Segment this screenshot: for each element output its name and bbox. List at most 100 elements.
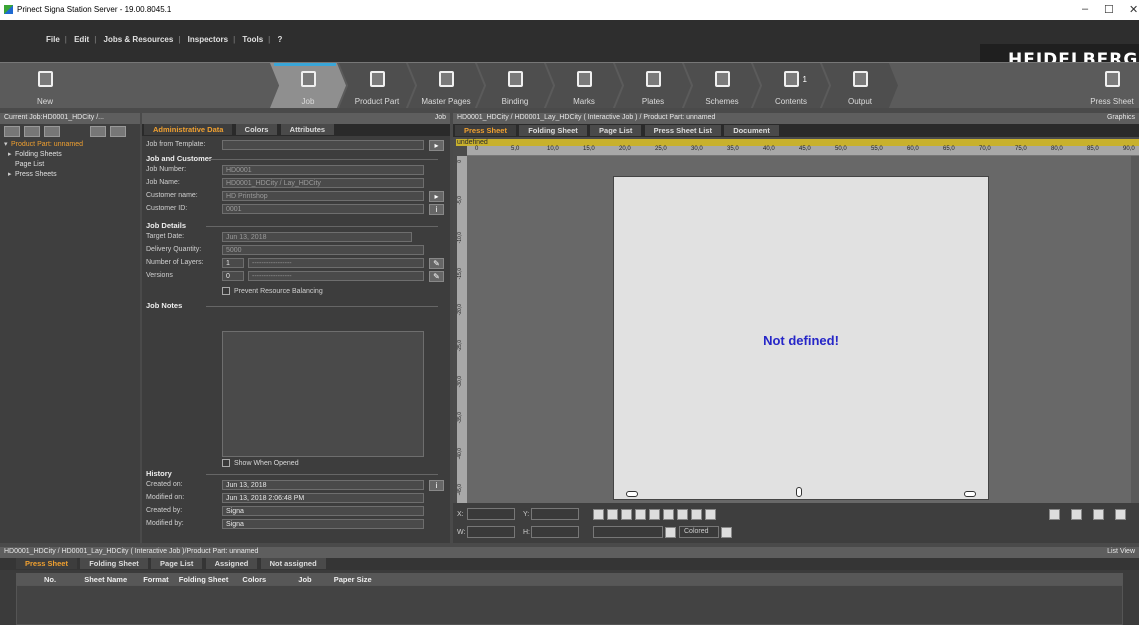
list-tab-not-assigned[interactable]: Not assigned [260, 558, 326, 569]
list-view-body[interactable] [16, 585, 1123, 625]
col-format[interactable]: Format [143, 573, 168, 584]
job-name-field[interactable]: HD0001_HDCity / Lay_HDCity [222, 178, 424, 188]
prevent-balancing-checkbox[interactable] [222, 287, 230, 295]
customer-name-field[interactable]: HD Printshop [222, 191, 424, 201]
tree-page-list[interactable]: Page List [0, 160, 140, 170]
view-select[interactable] [593, 526, 663, 538]
press-sheet-label: Press Sheet [1090, 97, 1134, 106]
step-master-pages[interactable]: Master Pages [408, 63, 484, 108]
customer-id-field[interactable]: 0001 [222, 204, 424, 214]
step-marks[interactable]: Marks [546, 63, 622, 108]
step-product-part[interactable]: Product Part [339, 63, 415, 108]
tree-press-sheets[interactable]: ▸ Press Sheets [0, 170, 140, 180]
tab-administrative-data[interactable]: Administrative Data [144, 124, 233, 135]
menu-file[interactable]: File [46, 35, 60, 44]
menu-inspectors[interactable]: Inspectors [188, 35, 228, 44]
next-icon[interactable] [1115, 509, 1126, 520]
step-binding[interactable]: Binding [477, 63, 553, 108]
link-icon[interactable] [1071, 509, 1082, 520]
press-sheet[interactable]: Not defined! [613, 176, 989, 500]
tab-document[interactable]: Document [724, 125, 779, 136]
step-contents[interactable]: 1 Contents [753, 63, 829, 108]
menu-tools[interactable]: Tools [242, 35, 263, 44]
zoom-icon[interactable] [621, 509, 632, 520]
filter-icon[interactable] [110, 126, 126, 137]
hand-icon[interactable] [635, 509, 646, 520]
tab-attributes[interactable]: Attributes [280, 124, 335, 135]
history-info-icon[interactable]: i [429, 480, 444, 491]
transform-icon[interactable] [1093, 509, 1104, 520]
list-view-tabs: Press Sheet Folding Sheet Page List Assi… [0, 558, 1139, 570]
delivery-quantity-field[interactable]: 5000 [222, 245, 424, 255]
job-notes-textarea[interactable] [222, 331, 424, 457]
customer-picker-icon[interactable]: ▸ [429, 191, 444, 202]
tab-press-sheet-list[interactable]: Press Sheet List [644, 125, 721, 136]
col-colors[interactable]: Colors [242, 573, 266, 584]
job-panel: Job Administrative Data Colors Attribute… [142, 113, 450, 543]
tab-folding-sheet[interactable]: Folding Sheet [519, 125, 587, 136]
ruler-tick-label: -10,0 [457, 232, 463, 244]
tree-folding-sheets[interactable]: ▸ Folding Sheets [0, 150, 140, 160]
col-sheet-name[interactable]: Sheet Name [84, 573, 127, 584]
list-tab-folding-sheet[interactable]: Folding Sheet [80, 558, 148, 569]
template-picker-icon[interactable]: ▸ [429, 140, 444, 151]
tab-page-list[interactable]: Page List [590, 125, 642, 136]
col-folding-sheet[interactable]: Folding Sheet [179, 573, 229, 584]
h-field[interactable] [531, 526, 579, 538]
list-tab-page-list[interactable]: Page List [151, 558, 203, 569]
show-when-opened-checkbox[interactable] [222, 458, 230, 467]
step-plates[interactable]: Plates [615, 63, 691, 108]
pen-icon[interactable] [691, 509, 702, 520]
y-field[interactable] [531, 508, 579, 520]
col-job[interactable]: Job [298, 573, 311, 584]
job-number-field[interactable]: HD0001 [222, 165, 424, 175]
minimize-button[interactable]: – [1082, 3, 1088, 15]
close-button[interactable]: ✕ [1129, 3, 1138, 16]
info-icon[interactable]: i [429, 204, 444, 215]
list-tab-assigned[interactable]: Assigned [205, 558, 258, 569]
step-job[interactable]: Job [270, 63, 346, 108]
tab-colors[interactable]: Colors [235, 124, 278, 135]
print-icon[interactable] [24, 126, 40, 137]
color-mode-dropdown-icon[interactable] [721, 527, 732, 538]
list-tab-press-sheet[interactable]: Press Sheet [16, 558, 77, 569]
tree-product-part[interactable]: ▾ Product Part: unnamed [0, 140, 140, 150]
select-area-icon[interactable] [607, 509, 618, 520]
ruler-tick-label: -5,0 [457, 196, 463, 205]
x-field[interactable] [467, 508, 515, 520]
cross-icon[interactable] [677, 509, 688, 520]
maximize-button[interactable]: ☐ [1104, 3, 1114, 16]
dropdown-icon[interactable] [44, 126, 60, 137]
new-button[interactable]: New [20, 63, 70, 108]
select-arrow-icon[interactable] [593, 509, 604, 520]
step-output[interactable]: Output [822, 63, 898, 108]
job-from-template-field[interactable] [222, 140, 424, 150]
color-mode-select[interactable]: Colored [679, 526, 719, 538]
sheet-canvas[interactable]: Not defined! [467, 156, 1131, 503]
save-icon[interactable] [4, 126, 20, 137]
col-no[interactable]: No. [44, 573, 56, 584]
versions-dropdown[interactable]: ----------------- [248, 271, 424, 281]
measure-icon[interactable] [705, 509, 716, 520]
number-of-layers-field[interactable]: 1 [222, 258, 244, 268]
edit-layers-icon[interactable]: ✎ [429, 258, 444, 269]
edit-versions-icon[interactable]: ✎ [429, 271, 444, 282]
collapsed-triangle-icon: ▸ [8, 151, 12, 158]
crop-icon[interactable] [649, 509, 660, 520]
vertical-scrollbar[interactable] [1131, 156, 1139, 503]
w-field[interactable] [467, 526, 515, 538]
versions-field[interactable]: 0 [222, 271, 244, 281]
grid-icon[interactable] [1049, 509, 1060, 520]
tab-press-sheet[interactable]: Press Sheet [455, 125, 516, 136]
forward-icon[interactable] [90, 126, 106, 137]
col-paper-size[interactable]: Paper Size [334, 573, 372, 584]
menu-help[interactable]: ? [277, 35, 282, 44]
press-sheet-button[interactable]: Press Sheet [1085, 63, 1139, 108]
menu-jobs-resources[interactable]: Jobs & Resources [104, 35, 174, 44]
target-date-field[interactable]: Jun 13, 2018 [222, 232, 412, 242]
layers-dropdown[interactable]: ----------------- [248, 258, 424, 268]
menu-edit[interactable]: Edit [74, 35, 89, 44]
step-schemes[interactable]: Schemes [684, 63, 760, 108]
view-dropdown-icon[interactable] [665, 527, 676, 538]
copy-icon[interactable] [663, 509, 674, 520]
